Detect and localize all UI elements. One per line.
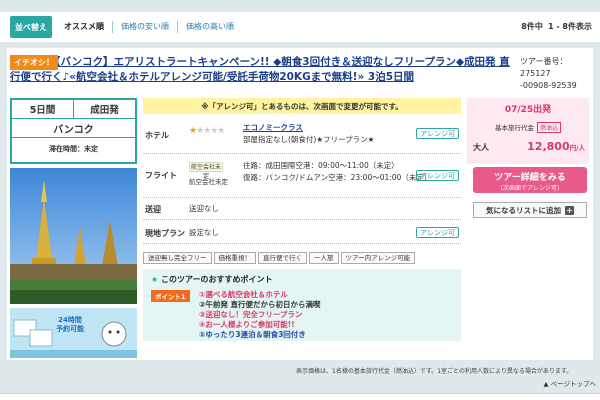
arrange-notice: ※「アレンジ可」とあるものは、次画面で変更が可能です。 xyxy=(143,98,461,114)
star-empty-icon: ★★★★ xyxy=(196,126,225,136)
recommend-badge: イチオシ！ xyxy=(10,55,58,70)
adult-price-row: 大人 12,800円/人 xyxy=(473,140,585,153)
recommend-points-box: ★ このツアーのおすすめポイント ポイント1 ①選べる航空会社＆ホテル ②午前発… xyxy=(143,269,461,341)
sort-tab-recommended[interactable]: オススメ順 xyxy=(56,21,112,33)
recommend-line: ④お一人様よりご参加可能!! xyxy=(199,320,295,329)
price-footnote: 表示価格は、1名様の基本旅行代金（燃油込）です。1室ごとの利用人数により異なる場… xyxy=(296,368,573,375)
hotel-name-link[interactable]: エコノミークラス xyxy=(243,122,374,134)
tour-summary-box: 5日間 成田発 バンコク 滞在時間：未定 xyxy=(10,98,137,164)
hotel-desc: 部屋指定なし(朝食付)★フリープラン★ xyxy=(243,135,375,144)
basic-price-label: 基本旅行代金 燃油込 xyxy=(471,122,585,133)
star-icon: ★ xyxy=(151,275,159,284)
banner-text-1: 24時間 xyxy=(58,316,82,324)
tour-detail-button-sublabel: (次画面でアレンジ可) xyxy=(500,185,560,192)
recommend-line: ①選べる航空会社＆ホテル xyxy=(199,290,288,299)
hotel-label: ホテル xyxy=(145,131,169,140)
hotel-arrange-tag: アレンジ可 xyxy=(416,128,459,139)
airline-logo-icon: 航空会社未定 xyxy=(189,162,223,180)
tag-item: 一人旅 xyxy=(309,252,339,264)
result-count: 8件中 1 - 8件表示 xyxy=(521,21,592,32)
tag-item: 直行便で行く xyxy=(258,252,307,264)
adult-label: 大人 xyxy=(473,143,489,152)
tour-tags: 送迎無し完全フリー 価格重視！ 直行便で行く 一人旅 ツアー内アレンジ可能 xyxy=(143,252,416,264)
stay-time: 滞在時間：未定 xyxy=(49,145,98,153)
add-favorite-button[interactable]: 気になるリストに追加 + xyxy=(473,202,587,218)
flight-label: フライト xyxy=(145,171,177,180)
recommend-lines: ①選べる航空会社＆ホテル ②午前発 直行便だから初日から満喫 ③送迎なし！完全フ… xyxy=(199,290,320,340)
departure-date: 07/25出発 xyxy=(504,105,552,115)
local-plan-label: 現地プラン xyxy=(145,229,185,238)
hotel-rating: ★★★★★ xyxy=(189,126,225,136)
banner-text-2: 予約可能 xyxy=(56,325,84,333)
recommend-line: ⑤ゆったり3連泊＆朝食3回付き xyxy=(199,330,306,339)
local-plan-row: 現地プラン 設定なし アレンジ可 xyxy=(143,220,461,244)
tour-title[interactable]: 【バンコク】エアリストラートキャンペーン!! ◆朝食3回付き＆送迎なしフリープラ… xyxy=(10,55,510,85)
tour-number-label: ツアー番号：275127 xyxy=(520,57,568,78)
flight-return: 復路：バンコク/ドムアン空港：23:00～01:00（未定） xyxy=(243,173,432,182)
flight-schedule: 往路：成田国際空港：09:00～11:00（未定） 復路：バンコク/ドムアン空港… xyxy=(243,160,431,184)
tag-item: 価格重視！ xyxy=(213,252,256,264)
transfer-value: 送迎なし xyxy=(189,204,219,213)
add-favorite-label: 気になるリストに追加 xyxy=(486,205,561,215)
duration: 5日間 xyxy=(29,105,56,116)
fuel-included-badge: 燃油込 xyxy=(536,122,561,133)
sort-bar: 並べ替え オススメ順 価格の安い順 価格の高い順 8件中 1 - 8件表示 xyxy=(0,12,600,42)
recommend-title: ★ このツアーのおすすめポイント xyxy=(151,275,273,284)
sort-button[interactable]: 並べ替え xyxy=(10,16,52,38)
page-top-link[interactable]: ▲ ページトップへ xyxy=(544,378,596,388)
sort-tab-price-low[interactable]: 価格の安い順 xyxy=(112,21,177,33)
flight-arrange-tag: アレンジ可 xyxy=(416,170,459,181)
price-box: 07/25出発 基本旅行代金 燃油込 大人 12,800円/人 xyxy=(467,98,589,164)
hotel-row: ホテル ★★★★★ エコノミークラス 部屋指定なし(朝食付)★フリープラン★ ア… xyxy=(143,118,461,154)
chevron-up-icon: ▲ xyxy=(543,380,549,388)
footer-divider xyxy=(0,393,600,400)
tour-detail-button-label: ツアー詳細をみる xyxy=(494,173,566,183)
sort-tab-price-high[interactable]: 価格の高い順 xyxy=(177,21,242,33)
transfer-row: 送迎 送迎なし xyxy=(143,198,461,220)
price-amount: 12,800円/人 xyxy=(527,140,585,153)
sort-tabs: オススメ順 価格の安い順 価格の高い順 xyxy=(56,16,242,38)
tour-number-code: -00908-92539 xyxy=(520,81,577,90)
destination: バンコク xyxy=(12,119,135,138)
banner-text: 24時間 予約可能 xyxy=(56,316,84,334)
hotel-info: エコノミークラス 部屋指定なし(朝食付)★フリープラン★ xyxy=(243,122,374,146)
flight-outbound: 往路：成田国際空港：09:00～11:00（未定） xyxy=(243,161,399,170)
tag-item: ツアー内アレンジ可能 xyxy=(340,252,416,264)
local-plan-value: 設定なし xyxy=(189,228,219,237)
departure: 成田発 xyxy=(73,100,135,118)
result-total: 8件中 xyxy=(521,22,543,31)
result-range: 1 - 8件表示 xyxy=(547,22,592,31)
local-plan-arrange-tag: アレンジ可 xyxy=(416,227,459,238)
tour-card: 【バンコク】エアリストラートキャンペーン!! ◆朝食3回付き＆送迎なしフリープラ… xyxy=(7,48,593,360)
transfer-label: 送迎 xyxy=(145,205,161,214)
tour-detail-button[interactable]: ツアー詳細をみる (次画面でアレンジ可) xyxy=(473,167,587,193)
airline-text: 航空会社未定 xyxy=(189,178,228,186)
point-badge: ポイント1 xyxy=(151,290,190,302)
temple-photo xyxy=(10,168,137,304)
tour-number: ツアー番号：275127 -00908-92539 xyxy=(520,56,590,92)
24h-reservation-banner[interactable]: 24時間 予約可能 xyxy=(10,308,137,358)
recommend-line: ②午前発 直行便だから初日から満喫 xyxy=(199,300,321,309)
plus-icon: + xyxy=(565,205,574,215)
tag-item: 送迎無し完全フリー xyxy=(143,252,212,264)
flight-row: フライト 航空会社未定 航空会社未定 往路：成田国際空港：09:00～11:00… xyxy=(143,154,461,198)
recommend-line: ③送迎なし！完全フリープラン xyxy=(199,310,303,319)
